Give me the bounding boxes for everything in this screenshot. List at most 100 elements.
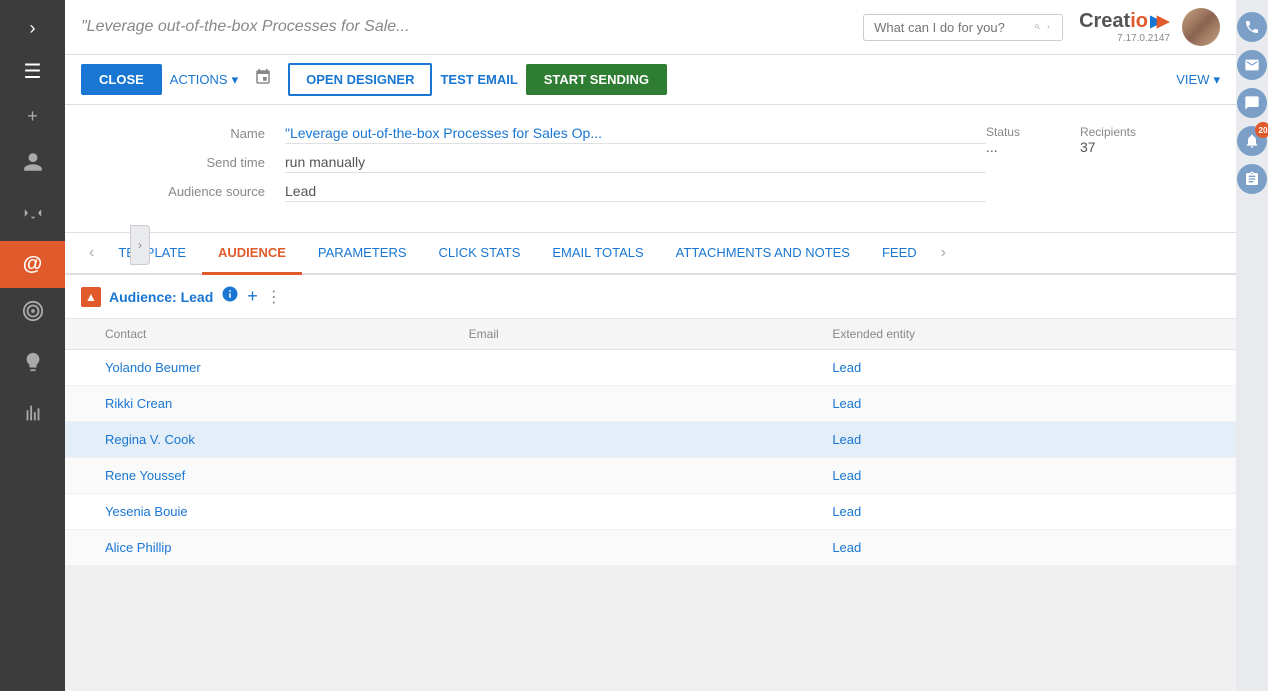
tab-click-stats[interactable]: CLICK STATS [423, 233, 537, 275]
col-email: Email [469, 327, 833, 341]
sidebar-megaphone-icon[interactable] [0, 190, 65, 241]
logo-arrow-icon [1150, 15, 1170, 29]
version-text: 7.17.0.2147 [1117, 33, 1170, 44]
audience-add-button[interactable]: + [247, 286, 258, 307]
contact-link[interactable]: Alice Phillip [105, 540, 469, 555]
table-row[interactable]: Rene Youssef Lead [65, 458, 1236, 494]
search-icon [1034, 20, 1041, 34]
tab-next-button[interactable]: › [933, 236, 954, 270]
col-entity: Extended entity [832, 327, 1196, 341]
logo-io: io [1130, 10, 1148, 33]
name-value[interactable]: "Leverage out-of-the-box Processes for S… [285, 125, 986, 144]
clipboard-panel-button[interactable] [1237, 164, 1267, 194]
open-designer-button[interactable]: OPEN DESIGNER [288, 63, 432, 96]
sidebar-add-icon[interactable]: + [0, 94, 65, 139]
tab-template[interactable]: TEMPLATE [102, 233, 202, 275]
mail-icon [1244, 57, 1260, 73]
actions-label: ACTIONS [170, 72, 228, 87]
sidebar-person-icon[interactable] [0, 139, 65, 190]
email-cell [469, 468, 833, 483]
search-input[interactable] [874, 20, 1034, 35]
tab-feed[interactable]: FEED [866, 233, 933, 275]
contact-link[interactable]: Yolando Beumer [105, 360, 469, 375]
right-panel: 20 [1236, 0, 1268, 691]
entity-link[interactable]: Lead [832, 360, 1196, 375]
tab-audience[interactable]: AUDIENCE [202, 233, 302, 275]
entity-link[interactable]: Lead [832, 432, 1196, 447]
mail-panel-button[interactable] [1237, 50, 1267, 80]
entity-link[interactable]: Lead [832, 504, 1196, 519]
actions-button[interactable]: ACTIONS ▾ [170, 72, 238, 88]
sidebar-lightbulb-icon[interactable] [0, 339, 65, 390]
sidebar: › ☰ + @ [0, 0, 65, 691]
content-area: › Name "Leverage out-of-the-box Processe… [65, 105, 1236, 566]
pin-button[interactable] [246, 64, 280, 95]
logo: Creatio 7.17.0.2147 [1079, 10, 1170, 44]
email-cell [469, 504, 833, 519]
pin-icon [254, 68, 272, 86]
table-row[interactable]: Alice Phillip Lead [65, 530, 1236, 566]
audience-section: ▲ Audience: Lead + ⋮ Contact Email Exten… [65, 275, 1236, 566]
sidebar-target-icon[interactable] [0, 288, 65, 339]
entity-link[interactable]: Lead [832, 396, 1196, 411]
view-label: VIEW [1176, 72, 1209, 87]
table-header: Contact Email Extended entity [65, 319, 1236, 350]
sidebar-chart-icon[interactable] [0, 390, 65, 441]
page-title: "Leverage out-of-the-box Processes for S… [81, 18, 863, 36]
sidebar-expand-icon[interactable]: › [20, 8, 46, 49]
contact-link[interactable]: Rene Youssef [105, 468, 469, 483]
contact-link[interactable]: Rikki Crean [105, 396, 469, 411]
entity-link[interactable]: Lead [832, 468, 1196, 483]
search-arrow-icon [1045, 20, 1052, 34]
phone-panel-button[interactable] [1237, 12, 1267, 42]
audience-more-button[interactable]: ⋮ [266, 287, 282, 307]
email-cell [469, 432, 833, 447]
info-panel: Name "Leverage out-of-the-box Processes … [65, 105, 1236, 233]
audience-title: Audience: Lead [109, 289, 213, 305]
close-button[interactable]: CLOSE [81, 64, 162, 95]
table-row[interactable]: Yolando Beumer Lead [65, 350, 1236, 386]
sidebar-menu-icon[interactable]: ☰ [14, 49, 52, 94]
collapse-toggle-button[interactable]: › [130, 225, 150, 265]
audience-info-icon[interactable] [221, 285, 239, 308]
view-chevron-icon: ▾ [1213, 72, 1220, 88]
actions-chevron-icon: ▾ [232, 72, 239, 88]
email-cell [469, 396, 833, 411]
audience-source-value: Lead [285, 183, 986, 202]
entity-link[interactable]: Lead [832, 540, 1196, 555]
status-label: Status [986, 125, 1020, 139]
view-button[interactable]: VIEW ▾ [1176, 72, 1220, 88]
tab-attachments-notes[interactable]: ATTACHMENTS AND NOTES [660, 233, 866, 275]
logo-text: Creat [1079, 10, 1130, 33]
avatar[interactable] [1182, 8, 1220, 46]
contact-link[interactable]: Yesenia Bouie [105, 504, 469, 519]
start-sending-button[interactable]: START SENDING [526, 64, 667, 95]
status-value: ... [986, 139, 1020, 155]
test-email-button[interactable]: TEST EMAIL [440, 72, 517, 87]
main-content: "Leverage out-of-the-box Processes for S… [65, 0, 1236, 691]
tabs: ‹ TEMPLATE AUDIENCE PARAMETERS CLICK STA… [65, 233, 1236, 275]
topbar: "Leverage out-of-the-box Processes for S… [65, 0, 1236, 55]
tab-parameters[interactable]: PARAMETERS [302, 233, 423, 275]
actionbar: CLOSE ACTIONS ▾ OPEN DESIGNER TEST EMAIL… [65, 55, 1236, 105]
recipients-value: 37 [1080, 139, 1136, 155]
chat-panel-button[interactable] [1237, 88, 1267, 118]
audience-header: ▲ Audience: Lead + ⋮ [65, 275, 1236, 319]
email-cell [469, 540, 833, 555]
tab-email-totals[interactable]: EMAIL TOTALS [536, 233, 659, 275]
email-cell [469, 360, 833, 375]
chat-icon [1244, 95, 1260, 111]
recipients-label: Recipients [1080, 125, 1136, 139]
search-box[interactable] [863, 14, 1063, 41]
audience-collapse-button[interactable]: ▲ [81, 287, 101, 307]
audience-source-label: Audience source [105, 184, 265, 199]
table-row[interactable]: Yesenia Bouie Lead [65, 494, 1236, 530]
send-time-value: run manually [285, 154, 986, 173]
table-body: Yolando Beumer Lead Rikki Crean Lead Reg… [65, 350, 1236, 566]
table-row[interactable]: Rikki Crean Lead [65, 386, 1236, 422]
tab-prev-button[interactable]: ‹ [81, 236, 102, 270]
sidebar-email-icon[interactable]: @ [0, 241, 65, 288]
bell-panel-button[interactable]: 20 [1237, 126, 1267, 156]
table-row[interactable]: Regina V. Cook Lead [65, 422, 1236, 458]
contact-link[interactable]: Regina V. Cook [105, 432, 469, 447]
